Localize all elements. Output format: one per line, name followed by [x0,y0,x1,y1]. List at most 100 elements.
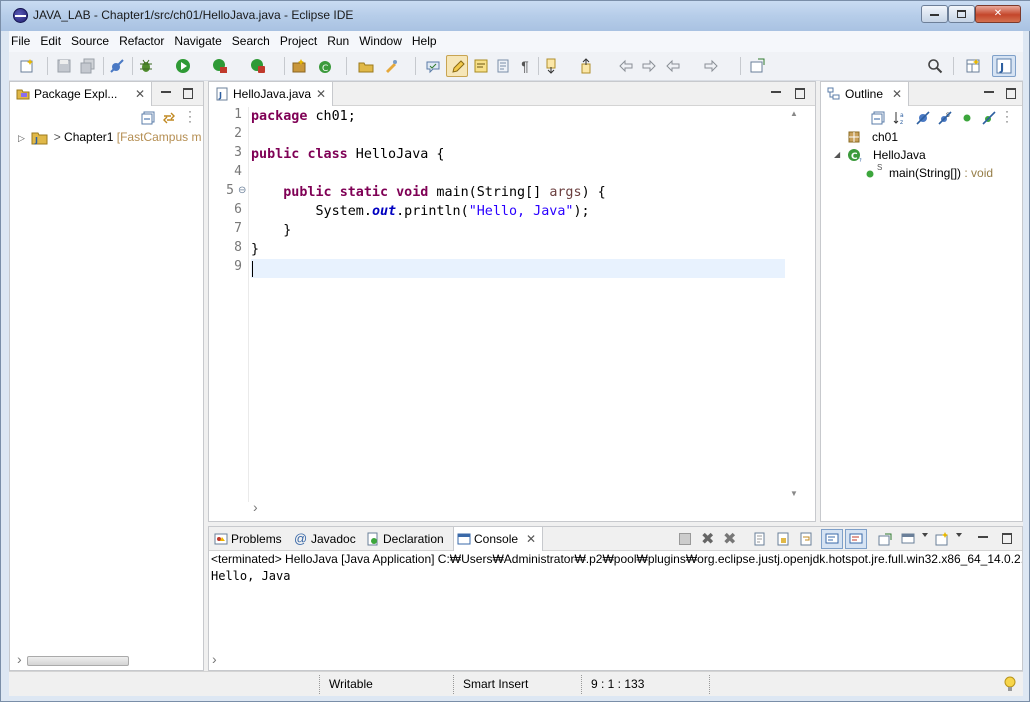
maximize-view-button[interactable] [1004,86,1018,100]
open-task-icon[interactable] [383,58,399,74]
hide-static-icon[interactable]: S [938,111,952,125]
minimize-button[interactable] [921,5,948,23]
previous-annotation-icon[interactable] [579,58,595,74]
pilcrow-icon[interactable]: ¶ [517,58,533,74]
collapse-all-icon[interactable] [141,111,155,125]
view-menu-icon[interactable]: · · · [1005,105,1011,127]
collapse-all-icon[interactable] [871,111,885,125]
menu-navigate[interactable]: Navigate [169,31,226,51]
close-icon[interactable]: ✕ [892,82,902,106]
display-selected-console-icon[interactable] [901,532,915,546]
show-console-on-stdout-button[interactable] [821,529,843,549]
minimize-view-button[interactable] [976,531,990,545]
horizontal-scrollbar[interactable] [209,651,1006,668]
menu-run[interactable]: Run [322,31,354,51]
close-button[interactable]: ✕ [975,5,1021,23]
remove-all-terminated-icon[interactable]: ✖ [723,529,736,549]
outline-item-method[interactable]: S main(String[]) : void [821,163,1021,182]
remove-launch-icon[interactable]: ✖ [701,529,714,549]
external-tools-icon[interactable] [250,58,266,74]
menu-file[interactable]: File [9,31,35,51]
editor-body[interactable]: 1 2 3 4 5 ⊖ 6 7 8 9 package ch01; public… [210,107,815,515]
menu-project[interactable]: Project [275,31,322,51]
menu-help[interactable]: Help [407,31,442,51]
coverage-icon[interactable] [212,58,228,74]
expand-arrow-icon[interactable]: ▷ [18,129,26,147]
dropdown-arrow-icon[interactable] [956,533,962,537]
tree-item-chapter1[interactable]: ▷ J > Chapter1 [FastCampus m [10,128,201,146]
fold-marker-icon[interactable]: ⊖ [238,185,246,196]
hide-fields-icon[interactable] [916,111,930,125]
tab-declaration[interactable]: Declaration [363,527,444,551]
close-icon[interactable]: ✕ [135,82,145,106]
pin-editor-icon[interactable] [749,58,765,74]
dropdown-arrow-icon[interactable] [922,533,928,537]
forward-history-edit-icon[interactable] [641,58,657,74]
toggle-mark-occurrences-icon[interactable] [425,58,441,74]
tab-hellojava[interactable]: J HelloJava.java ✕ [209,82,333,106]
new-java-class-icon[interactable]: C [317,58,333,74]
scroll-up-arrow-icon[interactable]: ▲ [790,109,798,118]
horizontal-scrollbar[interactable] [250,499,787,516]
scroll-lock-icon[interactable] [776,532,790,546]
open-type-icon[interactable] [358,58,374,74]
menu-search[interactable]: Search [227,31,275,51]
outline-item-class[interactable]: ◢ C? HelloJava [821,146,1021,164]
sort-icon[interactable]: az [893,111,909,125]
skip-breakpoints-icon[interactable] [109,58,125,74]
vertical-scrollbar[interactable] [1008,570,1022,656]
forward-icon[interactable] [703,58,719,74]
status-cursor-position[interactable]: 9 : 1 : 133 [591,677,644,691]
menu-edit[interactable]: Edit [35,31,66,51]
view-menu-icon[interactable]: · · · [188,105,194,127]
last-edit-location-icon[interactable] [618,58,634,74]
back-icon[interactable] [665,58,681,74]
minimize-view-button[interactable] [982,86,996,100]
tab-console[interactable]: Console ✕ [453,527,543,551]
menu-refactor[interactable]: Refactor [114,31,169,51]
close-icon[interactable]: ✕ [526,527,536,551]
run-icon[interactable] [175,58,191,74]
minimize-view-button[interactable] [159,86,173,100]
lightbulb-icon[interactable] [1004,676,1016,692]
maximize-view-button[interactable] [793,86,807,100]
open-console-icon[interactable] [935,532,949,546]
next-annotation-icon[interactable] [544,58,560,74]
vertical-scrollbar[interactable]: ▲ ▼ [787,107,801,502]
menu-source[interactable]: Source [66,31,114,51]
link-with-editor-icon[interactable] [162,111,176,125]
maximize-button[interactable] [948,5,975,23]
save-all-icon[interactable] [80,58,96,74]
tab-problems[interactable]: Problems [211,527,282,551]
scroll-down-arrow-icon[interactable]: ▼ [790,489,798,498]
tab-outline[interactable]: Outline ✕ [821,82,909,106]
menu-window[interactable]: Window [354,31,407,51]
search-icon[interactable] [927,58,943,74]
scrollbar-thumb[interactable] [27,656,129,666]
hide-non-public-icon[interactable] [960,111,974,125]
terminate-icon[interactable] [679,533,691,545]
pin-console-icon[interactable] [878,532,892,546]
maximize-view-button[interactable] [181,86,195,100]
open-perspective-icon[interactable] [965,58,981,74]
save-icon[interactable] [56,58,72,74]
outline-item-package[interactable]: ch01 [821,128,1021,146]
tab-javadoc[interactable]: @ Javadoc [291,527,356,551]
minimize-view-button[interactable] [769,86,783,100]
close-icon[interactable]: ✕ [316,82,326,106]
status-insert-mode[interactable]: Smart Insert [463,677,528,691]
word-wrap-icon[interactable] [799,532,813,546]
maximize-view-button[interactable] [1000,531,1014,545]
clear-console-icon[interactable] [753,532,767,546]
debug-icon[interactable] [138,58,154,74]
highlight-pen-toggle[interactable] [446,55,468,77]
new-icon[interactable] [19,58,35,74]
show-whitespace-icon[interactable] [495,58,511,74]
toggle-block-selection-icon[interactable] [473,58,489,74]
code-area[interactable]: package ch01; public class HelloJava { p… [251,107,785,502]
horizontal-scrollbar[interactable] [14,651,201,668]
new-java-package-icon[interactable] [291,58,307,74]
hide-local-types-icon[interactable] [982,111,996,125]
console-output[interactable]: Hello, Java [211,569,290,583]
collapse-arrow-icon[interactable]: ◢ [834,146,840,164]
